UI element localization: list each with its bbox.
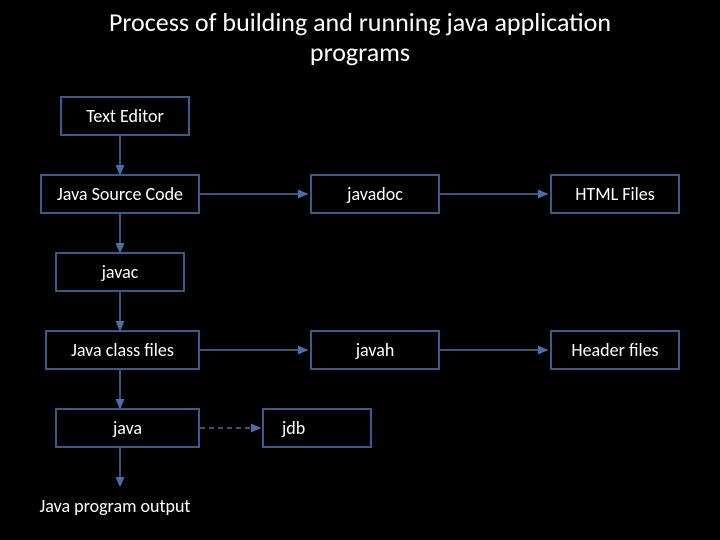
node-javac: javac bbox=[55, 252, 185, 292]
node-text-editor: Text Editor bbox=[60, 96, 190, 136]
node-class-files: Java class files bbox=[45, 330, 200, 370]
node-html-files: HTML Files bbox=[550, 174, 680, 214]
node-java-source: Java Source Code bbox=[40, 174, 200, 214]
node-jdb: jdb bbox=[262, 408, 372, 448]
node-javah: javah bbox=[310, 330, 440, 370]
node-java-runtime: java bbox=[55, 408, 200, 448]
node-javadoc: javadoc bbox=[310, 174, 440, 214]
node-header-files: Header files bbox=[550, 330, 680, 370]
slide: Process of building and running java app… bbox=[0, 0, 720, 540]
slide-title: Process of building and running java app… bbox=[70, 8, 650, 68]
node-output: Java program output bbox=[15, 486, 215, 526]
